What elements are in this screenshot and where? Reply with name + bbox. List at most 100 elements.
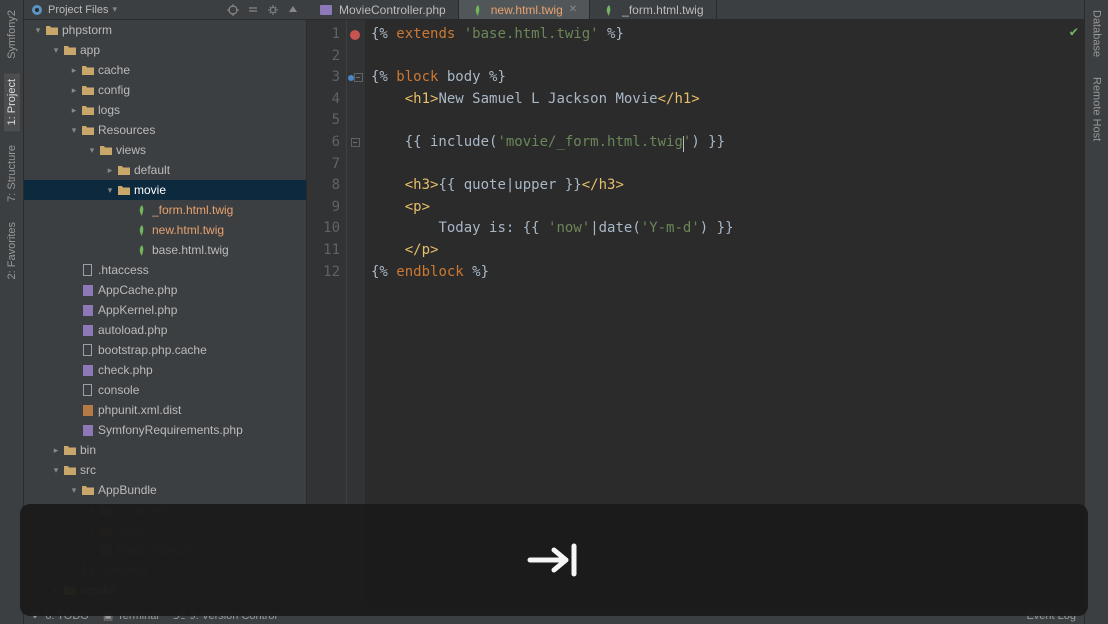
- tree-node[interactable]: _form.html.twig: [24, 200, 306, 220]
- php-file-icon: [319, 3, 333, 17]
- editor-tabs: MovieController.php new.html.twig ✕ _for…: [307, 0, 1084, 20]
- right-tab-database[interactable]: Database: [1089, 4, 1105, 63]
- php-icon: [80, 323, 96, 337]
- expand-arrow-icon[interactable]: ▸: [68, 105, 80, 116]
- folder-icon: [62, 444, 78, 456]
- tree-node[interactable]: AppKernel.php: [24, 300, 306, 320]
- file-icon: [80, 263, 96, 277]
- expand-arrow-icon[interactable]: ▸: [68, 85, 80, 96]
- tree-node[interactable]: ▸ bin: [24, 440, 306, 460]
- file-icon: [80, 343, 96, 357]
- tree-node[interactable]: ▾app: [24, 40, 306, 60]
- folder-icon: [80, 484, 96, 496]
- folder-icon: [62, 464, 78, 476]
- xml-icon: [80, 403, 96, 417]
- tree-node[interactable]: AppCache.php: [24, 280, 306, 300]
- tree-node-label: autoload.php: [96, 323, 167, 337]
- tree-node-label: logs: [96, 103, 120, 117]
- tree-node-label: base.html.twig: [150, 243, 229, 257]
- breakpoint-icon[interactable]: [350, 30, 360, 40]
- tree-node[interactable]: ▾ src: [24, 460, 306, 480]
- tree-node-label: views: [114, 143, 146, 157]
- tab-form-twig[interactable]: _form.html.twig: [590, 0, 716, 19]
- left-tab-project[interactable]: 1: Project: [4, 73, 20, 131]
- expand-arrow-icon[interactable]: ▾: [104, 185, 116, 196]
- tree-node[interactable]: bootstrap.php.cache: [24, 340, 306, 360]
- project-files-icon: [30, 3, 44, 17]
- tree-node-label: Resources: [96, 123, 155, 137]
- expand-arrow-icon[interactable]: ▸: [68, 65, 80, 76]
- expand-arrow-icon[interactable]: ▾: [68, 125, 80, 136]
- tree-node[interactable]: ▾ AppBundle: [24, 480, 306, 500]
- tree-node-label: bin: [78, 443, 96, 457]
- php-icon: [80, 423, 96, 437]
- expand-arrow-icon[interactable]: ▾: [86, 145, 98, 156]
- tree-node-label: .htaccess: [96, 263, 149, 277]
- fold-icon[interactable]: −: [354, 73, 363, 82]
- hide-panel-icon[interactable]: [285, 2, 301, 18]
- tree-node-label: config: [96, 83, 130, 97]
- tree-node-label: movie: [132, 183, 166, 197]
- expand-arrow-icon[interactable]: ▸: [50, 445, 62, 456]
- tree-node[interactable]: ▸ cache: [24, 60, 306, 80]
- tree-node[interactable]: .htaccess: [24, 260, 306, 280]
- folder-icon: [116, 164, 132, 176]
- close-icon[interactable]: ✕: [569, 4, 577, 15]
- tree-node[interactable]: ▾ Resources: [24, 120, 306, 140]
- tab-keypress-overlay: [20, 504, 1088, 616]
- tree-node[interactable]: phpunit.xml.dist: [24, 400, 306, 420]
- collapse-all-icon[interactable]: [245, 2, 261, 18]
- folder-icon: [80, 124, 96, 136]
- fold-icon[interactable]: −: [351, 138, 360, 147]
- php-icon: [80, 283, 96, 297]
- file-icon: [80, 383, 96, 397]
- expand-arrow-icon[interactable]: ▾: [32, 25, 44, 36]
- left-tab-favorites[interactable]: 2: Favorites: [4, 216, 20, 285]
- tab-moviecontroller[interactable]: MovieController.php: [307, 0, 459, 19]
- twig-icon: [134, 203, 150, 217]
- tab-key-icon: [524, 539, 584, 581]
- tab-new-twig[interactable]: new.html.twig ✕: [459, 0, 590, 19]
- tree-node-label: cache: [96, 63, 130, 77]
- right-tab-remote-host[interactable]: Remote Host: [1089, 71, 1105, 147]
- tree-node-label: _form.html.twig: [150, 203, 233, 217]
- analysis-ok-icon: ✔: [1070, 24, 1078, 40]
- tree-node[interactable]: ▾phpstorm: [24, 20, 306, 40]
- tree-node-label: phpunit.xml.dist: [96, 403, 181, 417]
- left-tab-symfony[interactable]: Symfony2: [4, 4, 20, 65]
- tree-node[interactable]: check.php: [24, 360, 306, 380]
- twig-file-icon: [602, 3, 616, 17]
- expand-arrow-icon[interactable]: ▾: [68, 485, 80, 496]
- tree-node-label: src: [78, 463, 96, 477]
- expand-arrow-icon[interactable]: ▸: [104, 165, 116, 176]
- expand-arrow-icon[interactable]: ▾: [50, 465, 62, 476]
- php-icon: [80, 303, 96, 317]
- tree-node[interactable]: base.html.twig: [24, 240, 306, 260]
- tree-node[interactable]: ▸ logs: [24, 100, 306, 120]
- tree-node[interactable]: ▸ config: [24, 80, 306, 100]
- folder-icon: [80, 104, 96, 116]
- folder-icon: [62, 44, 78, 56]
- chevron-down-icon[interactable]: ▾: [113, 4, 118, 15]
- twig-icon: [134, 243, 150, 257]
- folder-icon: [44, 24, 60, 36]
- expand-arrow-icon[interactable]: ▾: [50, 45, 62, 56]
- twig-file-icon: [471, 3, 485, 17]
- tree-node[interactable]: SymfonyRequirements.php: [24, 420, 306, 440]
- tree-node[interactable]: ▾ movie: [24, 180, 306, 200]
- folder-icon: [80, 64, 96, 76]
- folder-icon: [98, 144, 114, 156]
- tree-node[interactable]: new.html.twig: [24, 220, 306, 240]
- gear-icon[interactable]: [265, 2, 281, 18]
- tree-node-label: default: [132, 163, 170, 177]
- tree-node[interactable]: autoload.php: [24, 320, 306, 340]
- tree-node[interactable]: console: [24, 380, 306, 400]
- tree-node-label: SymfonyRequirements.php: [96, 423, 243, 437]
- tree-node[interactable]: ▾ views: [24, 140, 306, 160]
- locate-icon[interactable]: [225, 2, 241, 18]
- project-files-label[interactable]: Project Files: [48, 4, 109, 16]
- folder-icon: [80, 84, 96, 96]
- tree-node[interactable]: ▸ default: [24, 160, 306, 180]
- left-tab-structure[interactable]: 7: Structure: [4, 139, 20, 208]
- tree-node-label: AppBundle: [96, 483, 157, 497]
